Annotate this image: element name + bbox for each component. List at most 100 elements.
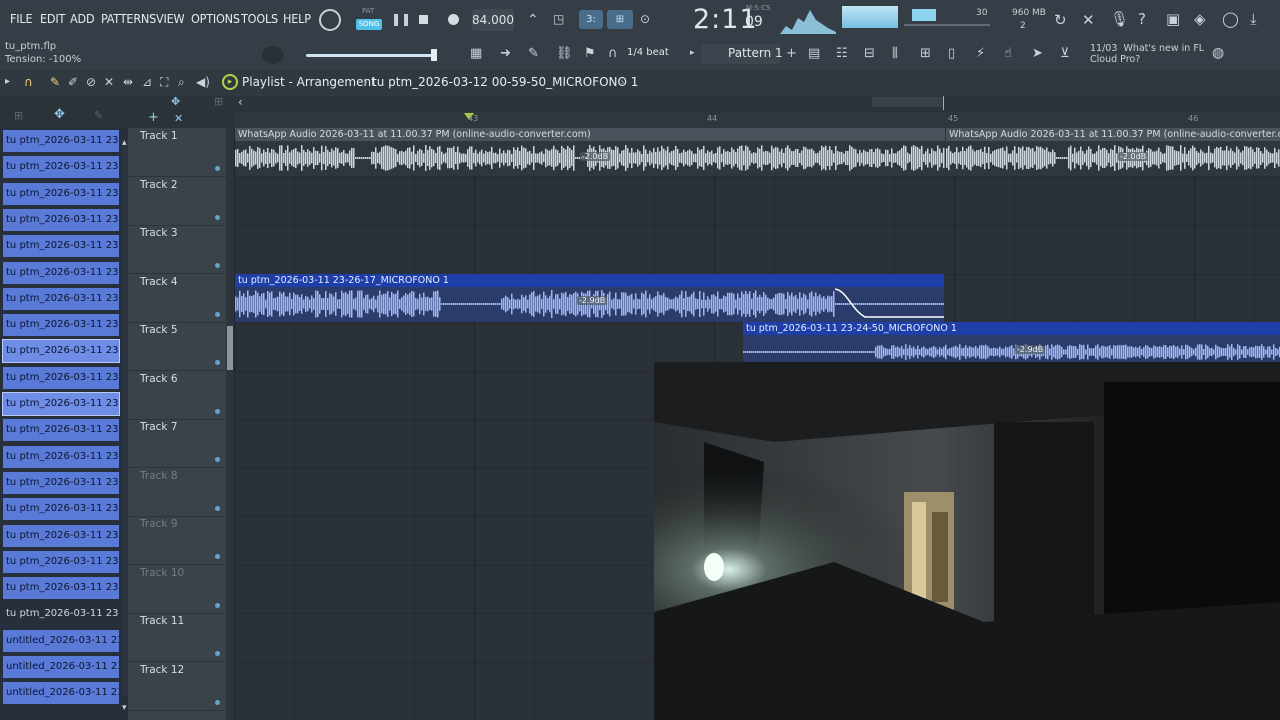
play-icon[interactable]: ▸ [5,76,10,87]
picker-clip-item[interactable]: tu ptm_2026-03-11 23-2... [3,366,119,389]
track-enable-led[interactable] [215,360,220,365]
picker-icon[interactable]: ⊞ [14,109,23,122]
plug-icon[interactable]: ⚡ [976,46,985,61]
picker-clip-item[interactable]: tu ptm_2026-03-11 23-2... [3,419,119,442]
audio-clip[interactable]: WhatsApp Audio 2026-03-11 at 11.00.37 PM… [946,128,1280,176]
save-icon[interactable]: ▣ [1166,10,1180,28]
menu-edit[interactable]: EDIT [40,11,65,26]
download-icon[interactable]: ⤓ [1250,10,1257,28]
stop-button[interactable] [419,15,428,24]
equalizer-icon[interactable]: ⫼ [892,46,898,61]
track-label[interactable]: Track 12 [140,664,184,676]
picker-clip-item[interactable]: untitled_2026-03-11 23-... [3,629,119,652]
picker-clip-item[interactable]: tu ptm_2026-03-11 23-2... [3,156,119,179]
loop-record-icon[interactable]: ⊞ [607,10,633,29]
scroll-down-icon[interactable]: ▾ [122,703,127,713]
channel-rack-icon[interactable]: ☷ [836,46,848,61]
menu-file[interactable]: FILE [10,11,33,26]
track-label[interactable]: Track 5 [140,324,178,336]
arrow-right-icon[interactable]: ▸ [690,48,695,58]
plugin-icon[interactable]: ◈ [1194,10,1206,28]
snap-selector[interactable]: 1/4 beat [627,47,669,58]
track-label[interactable]: Track 6 [140,373,178,385]
playlist-icon[interactable]: ▤ [808,46,820,61]
track-label[interactable]: Track 2 [140,179,178,191]
picker-clip-item[interactable]: tu ptm_2026-03-11 23-2... [3,445,119,468]
delete-tool-icon[interactable]: ⊘ [86,75,96,89]
forward-icon[interactable]: ➤ [1032,46,1043,61]
close-x-icon[interactable]: ✕ [174,112,183,125]
track-label[interactable]: Track 3 [140,227,178,239]
metronome-icon[interactable]: ⌃ [527,12,539,28]
mute-tool-icon[interactable]: ✕ [104,75,114,89]
magnet-snap-icon[interactable]: ∩ [24,75,33,89]
refresh-icon[interactable]: ↻ [1054,11,1067,29]
track-enable-led[interactable] [215,554,220,559]
playback-tool-icon[interactable]: ◀) [196,75,210,89]
menu-view[interactable]: VIEW [156,11,185,26]
track-label[interactable]: Track 7 [140,421,178,433]
picker-clip-item[interactable]: tu ptm_2026-03-11 23-3... [3,603,119,625]
tempo-display[interactable]: 84.000 [472,9,514,31]
expand-icon[interactable]: ✥ [171,95,180,108]
picker-clip-item[interactable]: tu ptm_2026-03-11 23-2... [3,471,119,494]
playlist-icon-badge[interactable]: ▸ [222,74,238,90]
record-button[interactable] [448,14,459,25]
pause-icon[interactable]: ❚❚ [391,12,411,26]
paint-tool-icon[interactable]: ✐ [68,75,78,89]
track-enable-led[interactable] [215,505,220,511]
track-enable-led[interactable] [215,263,220,268]
track-scroll-thumb[interactable] [227,326,233,370]
picker-clip-item[interactable]: tu ptm_2026-03-11 23-2... [3,261,119,284]
scroll-up-icon[interactable]: ▴ [122,138,127,148]
track-enable-led[interactable] [215,651,220,656]
picker-clip-item[interactable]: untitled_2026-03-11 23-... [3,656,119,678]
track-label[interactable]: Track 9 [140,518,178,530]
audio-clip[interactable]: tu ptm_2026-03-11 23-26-17_MICROFONO 1 -… [235,274,944,322]
cart-icon[interactable]: ⊻ [1060,46,1070,61]
picker-clip-item[interactable]: tu ptm_2026-03-11 23-2... [3,182,119,205]
picker-clip-item[interactable]: tu ptm_2026-03-11 23-2... [3,524,119,547]
picker-clip-item[interactable]: tu ptm_2026-03-11 23-2... [3,498,119,521]
picker-clip-item[interactable]: tu ptm_2026-03-11 23-2... [2,339,120,364]
piano-roll-icon[interactable]: ▦ [470,46,482,61]
link-icon[interactable]: ⛓ [556,46,573,61]
master-pitch-slider[interactable] [306,54,436,57]
wait-for-input-icon[interactable]: ◳ [553,12,564,26]
track-enable-led[interactable] [215,699,220,705]
add-pattern-icon[interactable]: + [786,46,797,61]
play-arrow-icon[interactable]: ➜ [500,46,511,61]
breadcrumb-pattern[interactable]: tu ptm_2026-03-12 00-59-50_MICROFONO 1 [372,75,638,89]
track-enable-led[interactable] [215,408,220,414]
countdown-icon[interactable]: 3: [579,10,603,29]
track-scrollbar[interactable] [226,128,234,720]
menu-help[interactable]: HELP [283,11,311,26]
help-icon[interactable]: ? [1138,10,1146,28]
menu-patterns[interactable]: PATTERNS [101,11,156,26]
microphone-icon[interactable]: 🎙 [1110,10,1129,28]
audio-clip[interactable]: WhatsApp Audio 2026-03-11 at 11.00.37 PM… [235,128,945,176]
picker-clip-item[interactable]: tu ptm_2026-03-11 23-2... [3,287,119,310]
picker-clip-item[interactable]: tu ptm_2026-03-11 23-2... [3,314,119,337]
view-grid-icon[interactable]: ⊞ [214,95,223,108]
tools-icon[interactable]: ✕ [1082,11,1095,29]
touch-icon[interactable]: ☝ [1004,46,1012,61]
track-label[interactable]: Track 10 [140,567,184,579]
picker-clip-item[interactable]: tu ptm_2026-03-11 23-3... [3,577,119,600]
chat-icon[interactable]: ◯ [1222,10,1239,28]
track-enable-led[interactable] [215,214,220,220]
slider-handle[interactable] [431,49,437,61]
knob-control[interactable] [262,46,284,64]
pencil-icon[interactable]: ✎ [528,46,539,61]
stamp-icon[interactable]: ⚑ [584,46,596,61]
picker-clip-item[interactable]: tu ptm_2026-03-11 23-2... [3,208,119,231]
track-label[interactable]: Track 4 [140,276,178,288]
magnet-icon[interactable]: ∩ [608,46,618,61]
overview-scroll-thumb[interactable] [872,97,942,107]
track-enable-led[interactable] [215,311,220,317]
track-label[interactable]: Track 11 [140,615,184,627]
zoom-tool-icon[interactable]: ⌕ [178,75,185,90]
track-label[interactable]: Track 8 [140,470,178,482]
track-enable-led[interactable] [215,602,220,608]
track-enable-led[interactable] [215,457,220,462]
